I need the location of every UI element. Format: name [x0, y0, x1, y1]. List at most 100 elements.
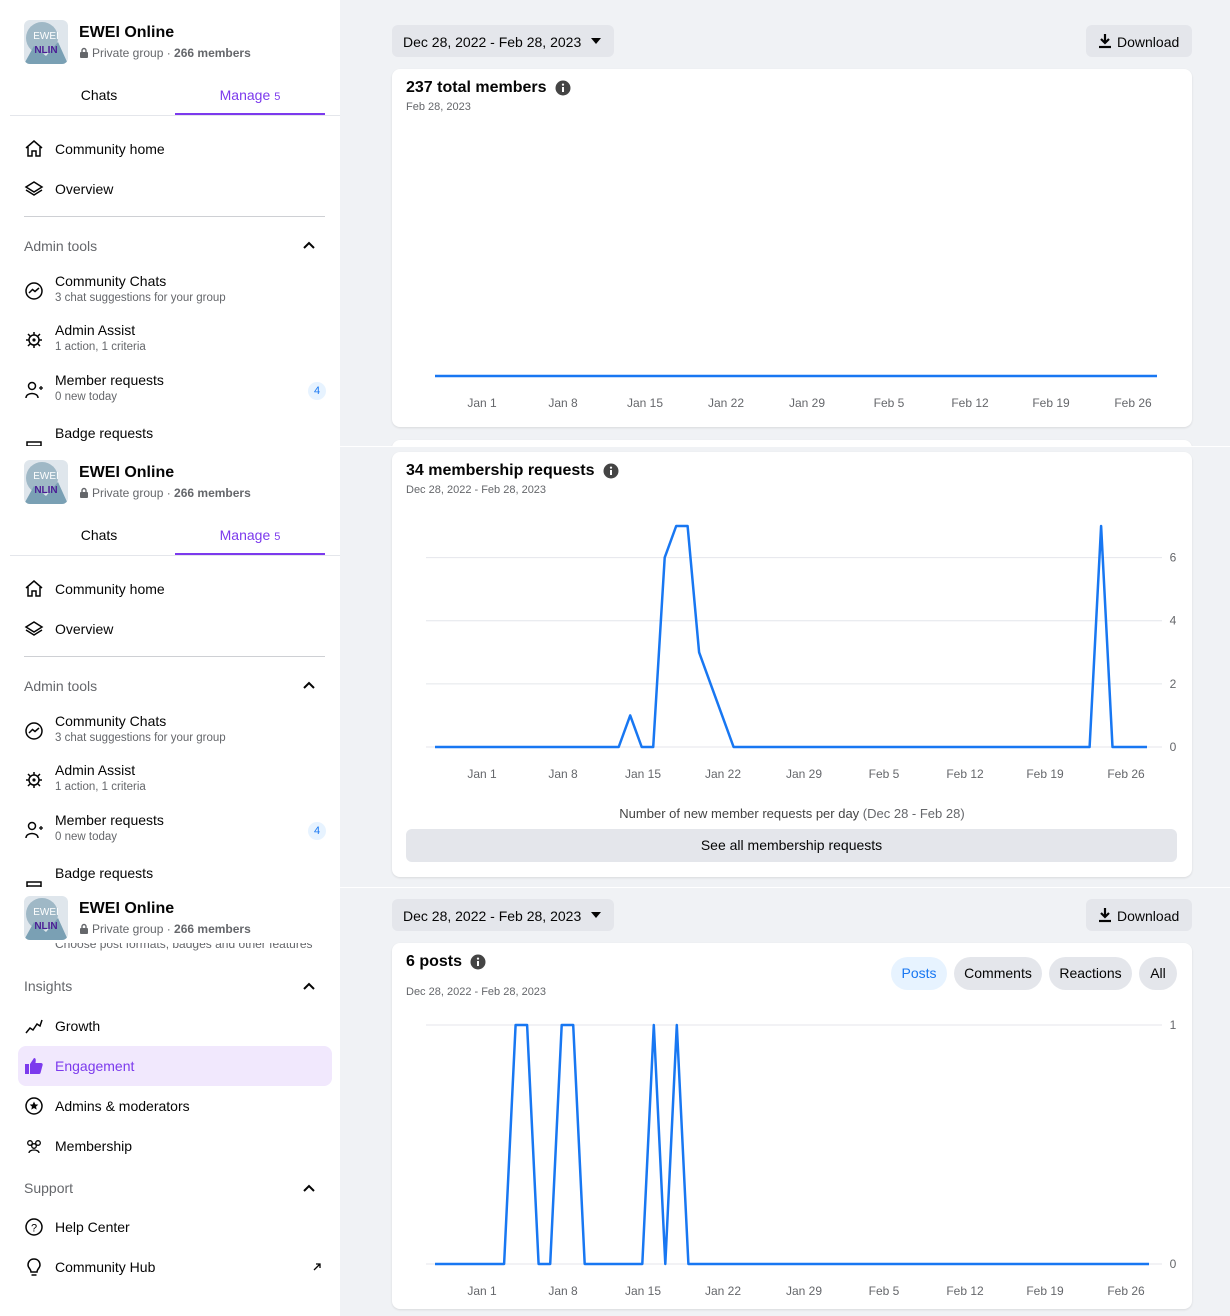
nav-community-home[interactable]: Community home	[24, 579, 165, 599]
section-admin-tools: Admin tools	[24, 238, 98, 254]
x-tick-label: Feb 26	[1114, 396, 1152, 410]
tabs-underline	[10, 115, 340, 116]
tool-member-requests-label: Member requests	[55, 812, 164, 828]
download-button[interactable]: Download	[1086, 899, 1192, 931]
screenshot-panel-top: EWEI NLIN EWEI Online Private group · 26…	[0, 0, 1230, 446]
group-privacy: Private group ·	[92, 46, 175, 60]
nav-engagement[interactable]: Engagement	[24, 1056, 134, 1076]
sidebar-divider	[24, 216, 325, 217]
x-tick-label: Feb 19	[1026, 1284, 1064, 1298]
tool-member-requests-sub: 0 new today	[55, 391, 118, 403]
date-range-select[interactable]: Dec 28, 2022 - Feb 28, 2023	[392, 899, 614, 931]
thumbs-up-icon	[24, 1056, 44, 1076]
group-name[interactable]: EWEI Online	[79, 464, 174, 482]
date-range-label: Dec 28, 2022 - Feb 28, 2023	[403, 34, 582, 50]
group-privacy: Private group ·	[92, 922, 175, 936]
tab-chats[interactable]: Chats	[24, 516, 174, 553]
people-icon	[24, 1136, 44, 1156]
member-requests-badge: 4	[308, 822, 326, 840]
chevron-up-icon[interactable]	[302, 1181, 316, 1195]
x-tick-label: Jan 22	[705, 767, 741, 781]
chevron-up-icon[interactable]	[302, 678, 316, 692]
x-tick-label: Feb 26	[1107, 767, 1145, 781]
download-icon	[1099, 34, 1111, 49]
group-privacy: Private group ·	[92, 486, 175, 500]
home-icon	[24, 579, 44, 599]
x-tick-label: Jan 22	[705, 1284, 741, 1298]
nav-admins-moderators[interactable]: Admins & moderators	[24, 1096, 190, 1116]
nav-growth-label: Growth	[55, 1018, 101, 1034]
group-members[interactable]: 266 members	[174, 486, 251, 500]
group-name[interactable]: EWEI Online	[79, 900, 174, 918]
member-requests-badge: 4	[308, 382, 326, 400]
group-name[interactable]: EWEI Online	[79, 24, 174, 42]
tab-manage-label: Manage	[219, 527, 271, 543]
caret-down-icon	[591, 38, 601, 44]
nav-community-home[interactable]: Community home	[24, 139, 165, 159]
total-members-chart: Jan 1 Jan 8 Jan 15 Jan 22 Jan 29 Feb 5 Feb 12 F…	[435, 374, 1157, 410]
download-button[interactable]: Download	[1086, 25, 1192, 57]
requests-caption-range: (Dec 28 - Feb 28)	[859, 806, 965, 821]
lock-icon	[80, 923, 88, 934]
sidebar-divider	[24, 656, 325, 657]
tool-admin-assist[interactable]: Admin Assist 1 action, 1 criteria	[24, 762, 325, 800]
x-tick-label: Feb 5	[869, 767, 900, 781]
tool-badge-requests[interactable]: Badge requests	[24, 425, 325, 446]
tab-manage-label: Manage	[219, 87, 271, 103]
tool-community-chats[interactable]: Community Chats 3 chat suggestions for y…	[24, 273, 325, 311]
nav-membership-label: Membership	[55, 1138, 133, 1154]
external-link-icon[interactable]	[312, 1262, 322, 1272]
posts-card: 6 posts Dec 28, 2022 - Feb 28, 2023 Post…	[392, 943, 1192, 1309]
nav-growth[interactable]: Growth	[24, 1016, 100, 1036]
add-person-icon	[24, 380, 44, 400]
tool-member-requests[interactable]: Member requests 0 new today 4	[24, 812, 326, 850]
tool-community-chats[interactable]: Community Chats 3 chat suggestions for y…	[24, 713, 325, 751]
chevron-up-icon[interactable]	[302, 238, 316, 252]
avatar-text-bottom: NLIN	[34, 485, 57, 496]
section-insights: Insights	[24, 978, 73, 994]
shield-star-icon	[24, 1096, 44, 1116]
requests-caption-main: Number of new member requests per day	[619, 806, 860, 821]
tool-admin-assist[interactable]: Admin Assist 1 action, 1 criteria	[24, 322, 325, 360]
avatar-text-bottom: NLIN	[34, 921, 57, 932]
tool-badge-requests[interactable]: Badge requests	[24, 865, 325, 887]
date-range-select[interactable]: Dec 28, 2022 - Feb 28, 2023	[392, 25, 614, 57]
tab-chats-label: Chats	[80, 87, 118, 103]
group-avatar[interactable]: EWEI NLIN	[24, 20, 68, 64]
messenger-icon	[24, 281, 44, 301]
tool-member-requests[interactable]: Member requests 0 new today 4	[24, 372, 326, 410]
nav-overview[interactable]: Overview	[24, 619, 113, 639]
group-meta: Private group · 266 members	[79, 486, 251, 500]
lock-icon	[80, 47, 88, 58]
nav-overview-label: Overview	[55, 621, 114, 637]
requests-caption: Number of new member requests per day (D…	[392, 806, 1192, 821]
nav-community-hub[interactable]: Community Hub	[24, 1257, 155, 1277]
tab-chats[interactable]: Chats	[24, 76, 174, 113]
nav-overview[interactable]: Overview	[24, 179, 113, 199]
tool-community-chats-label: Community Chats	[55, 713, 167, 729]
group-members[interactable]: 266 members	[174, 922, 251, 936]
x-tick-label: Jan 1	[467, 396, 497, 410]
sidebar: EWEI NLIN EWEI Online Private group · 26…	[0, 447, 340, 887]
nav-help-center[interactable]: ? Help Center	[24, 1217, 130, 1237]
see-all-requests-button[interactable]: See all membership requests	[406, 829, 1177, 862]
sidebar: Choose post formats, badges and other fe…	[0, 888, 340, 1316]
x-tick-label: Feb 12	[946, 767, 984, 781]
x-tick-label: Feb 26	[1107, 1284, 1145, 1298]
group-avatar[interactable]: EWEI NLIN	[24, 460, 68, 504]
tab-manage[interactable]: Manage 5	[175, 516, 325, 555]
caret-down-icon	[591, 912, 601, 918]
tabs-underline	[10, 555, 340, 556]
x-tick-label: Feb 19	[1032, 396, 1070, 410]
group-avatar[interactable]: EWEI NLIN	[24, 896, 68, 940]
badge-icon	[24, 873, 44, 887]
tab-manage[interactable]: Manage 5	[175, 76, 325, 115]
x-tick-label: Feb 12	[951, 396, 989, 410]
nav-membership[interactable]: Membership	[24, 1136, 132, 1156]
x-tick-label: Jan 1	[467, 1284, 497, 1298]
badge-icon	[24, 433, 44, 446]
group-members[interactable]: 266 members	[174, 46, 251, 60]
tool-admin-assist-sub: 1 action, 1 criteria	[55, 781, 146, 793]
chevron-up-icon[interactable]	[302, 979, 316, 993]
home-icon	[24, 139, 44, 159]
